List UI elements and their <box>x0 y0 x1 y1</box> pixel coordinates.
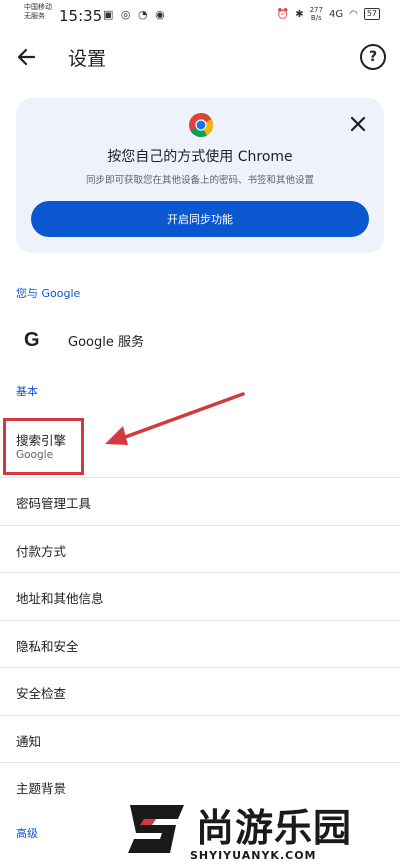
privacy-security-label: 隐私和安全 <box>16 639 79 654</box>
settings-item-privacy-security[interactable]: 隐私和安全 <box>0 620 400 668</box>
watermark: 尚游乐园 SHYIYUANYK.COM <box>118 797 400 867</box>
highlight-box <box>3 418 84 475</box>
notification-icons: ▣ ◎ ◔ ◉ <box>103 8 167 21</box>
page-title: 设置 <box>68 48 107 70</box>
help-icon[interactable]: ? <box>360 44 386 70</box>
settings-item-payment-methods[interactable]: 付款方式 <box>0 525 400 573</box>
sync-card-title: 按您自己的方式使用 Chrome <box>107 149 293 165</box>
watermark-url: SHYIYUANYK.COM <box>190 849 317 862</box>
section-header-advanced: 高级 <box>16 827 38 840</box>
app-bar: 设置 ? <box>0 30 400 86</box>
settings-item-addresses[interactable]: 地址和其他信息 <box>0 572 400 620</box>
annotation-arrow <box>105 392 245 445</box>
watermark-logo-icon <box>128 805 184 853</box>
status-bar: 中国移动 无服务 15:35 ▣ ◎ ◔ ◉ ⏰ ✱ 277 B/s 4G ◠ … <box>0 0 400 30</box>
alarm-icon: ⏰ <box>276 8 290 20</box>
net-speed-unit: B/s <box>310 14 322 22</box>
net-speed: 277 B/s <box>310 6 323 22</box>
chrome-logo-icon <box>188 112 214 138</box>
carrier-info: 中国移动 无服务 <box>24 3 52 21</box>
settings-item-safety-check[interactable]: 安全检查 <box>0 667 400 715</box>
notifications-label: 通知 <box>16 734 42 749</box>
turn-on-sync-button[interactable]: 开启同步功能 <box>31 201 369 237</box>
close-icon[interactable] <box>348 114 368 134</box>
status-time: 15:35 <box>59 7 103 25</box>
system-icons: ⏰ ✱ 277 B/s 4G ◠ 57 <box>277 6 380 22</box>
signal-label: 4G <box>328 8 344 20</box>
settings-item-password-manager[interactable]: 密码管理工具 <box>0 477 400 525</box>
google-g-icon: G <box>24 329 40 351</box>
sync-promo-card: 按您自己的方式使用 Chrome 同步即可获取您在其他设备上的密码、书签和其他设… <box>16 98 384 253</box>
carrier-name: 中国移动 <box>24 3 52 11</box>
section-header-you-and-google: 您与 Google <box>16 287 81 300</box>
watermark-text: 尚游乐园 <box>196 806 353 850</box>
addresses-label: 地址和其他信息 <box>16 591 104 606</box>
settings-item-notifications[interactable]: 通知 <box>0 715 400 763</box>
battery-icon: 57 <box>363 8 380 20</box>
google-services-row[interactable]: G Google 服务 <box>0 312 400 368</box>
net-speed-value: 277 <box>309 6 323 14</box>
google-services-label: Google 服务 <box>68 335 144 350</box>
theme-label: 主题背景 <box>16 781 67 796</box>
payment-methods-label: 付款方式 <box>16 544 67 559</box>
bluetooth-icon: ✱ <box>295 8 304 20</box>
back-arrow-icon[interactable] <box>14 44 40 70</box>
wifi-icon: ◠ <box>349 8 358 20</box>
sync-card-subtitle: 同步即可获取您在其他设备上的密码、书签和其他设置 <box>85 175 314 186</box>
password-manager-label: 密码管理工具 <box>16 496 92 511</box>
carrier-status: 无服务 <box>24 12 45 20</box>
section-header-basics: 基本 <box>16 385 38 398</box>
safety-check-label: 安全检查 <box>16 686 67 701</box>
